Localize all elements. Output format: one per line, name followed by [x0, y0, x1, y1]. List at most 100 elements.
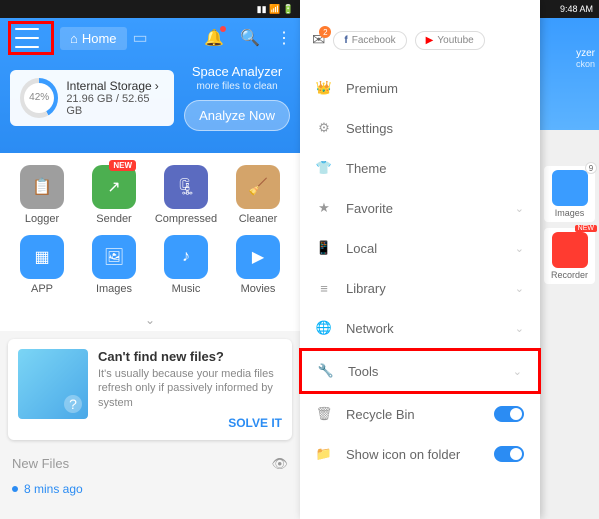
menu-premium[interactable]: 👑Premium [300, 68, 540, 108]
menu-label: Show icon on folder [346, 447, 460, 462]
grid-movies[interactable]: ▶ Movies [222, 235, 294, 295]
chevron-down-icon: ⌄ [515, 282, 524, 295]
menu-recycle-bin[interactable]: 🗑Recycle Bin [300, 394, 540, 434]
youtube-button[interactable]: ▶ Youtube [415, 31, 485, 50]
navigation-drawer: ✉ 2 f Facebook ▶ Youtube 👑Premium ⚙ Settin… [300, 0, 540, 519]
chevron-down-icon: ⌄ [515, 242, 524, 255]
storage-card[interactable]: 42% Internal Storage › 21.96 GB / 52.65 … [10, 70, 174, 126]
grid-label: Cleaner [222, 213, 294, 225]
trash-icon: 🗑 [316, 406, 332, 422]
recorder-icon [552, 232, 588, 268]
facebook-icon: f [344, 35, 347, 46]
search-icon[interactable]: 🔍 [240, 28, 260, 48]
menu-library[interactable]: ≡ Library ⌄ [300, 268, 540, 308]
grid-label: Music [150, 283, 222, 295]
peek-recorder[interactable]: NEW Recorder [544, 228, 595, 284]
grid-label: Movies [222, 283, 294, 295]
facebook-label: Facebook [352, 35, 396, 46]
music-icon: ♪ [164, 235, 208, 279]
overflow-menu-icon[interactable]: ⋮ [276, 28, 292, 48]
home-button[interactable]: ⌂ Home [60, 27, 127, 50]
chevron-down-icon: ⌄ [515, 202, 524, 215]
home-icon: ⌂ [70, 31, 78, 46]
analyzer-subtitle: more files to clean [184, 81, 290, 92]
toggle-switch[interactable] [494, 406, 524, 422]
status-bar: ▮▮ 📶 🔋 [0, 0, 300, 18]
star-icon: ★ [316, 200, 332, 216]
folder-icon: 📁 [316, 446, 332, 462]
menu-label: Local [346, 241, 377, 256]
tip-card: Can't find new files? It's usually becau… [8, 339, 292, 440]
movies-icon: ▶ [236, 235, 280, 279]
peek-new-badge: NEW [575, 225, 597, 232]
menu-local[interactable]: 📱 Local ⌄ [300, 228, 540, 268]
left-panel: ▮▮ 📶 🔋 ⌂ Home ▭ 🔔 🔍 ⋮ [0, 0, 300, 519]
grid-sender[interactable]: NEW↗Sender [78, 165, 150, 225]
phone-icon: 📱 [316, 240, 332, 256]
menu-network[interactable]: 🌐 Network ⌄ [300, 308, 540, 348]
menu-label: Favorite [346, 201, 393, 216]
images-icon [552, 170, 588, 206]
home-label: Home [82, 31, 117, 46]
grid-label: Logger [6, 213, 78, 225]
crown-icon: 👑 [316, 80, 332, 96]
grid-logger[interactable]: 📋Logger [6, 165, 78, 225]
grid-label: APP [6, 283, 78, 295]
hamburger-highlight [8, 21, 54, 55]
stack-icon: ≡ [316, 280, 332, 296]
peek-image-count: 9 [585, 162, 597, 174]
grid-compressed[interactable]: 🗜 Compressed [150, 165, 222, 225]
facebook-button[interactable]: f Facebook [333, 31, 406, 50]
menu-label: Library [346, 281, 386, 296]
app-header: ⌂ Home ▭ 🔔 🔍 ⋮ 42% Internal Storage › [0, 18, 300, 153]
menu-label: Settings [346, 121, 393, 136]
hamburger-menu-icon[interactable] [15, 28, 39, 48]
grid-images[interactable]: 🖼 Images [78, 235, 150, 295]
tip-title: Can't find new files? [98, 349, 282, 364]
storage-title: Internal Storage [66, 79, 151, 93]
youtube-icon: ▶ [426, 35, 434, 46]
app-icon: ▦ [20, 235, 64, 279]
chevron-down-icon: ⌄ [513, 365, 522, 378]
youtube-label: Youtube [437, 35, 473, 46]
tip-action-button[interactable]: SOLVE IT [98, 416, 282, 430]
expand-icon[interactable]: ⌄ [0, 309, 300, 331]
grid-app[interactable]: ▦ APP [6, 235, 78, 295]
storage-gauge: 42% [20, 78, 58, 118]
tip-body: It's usually because your media files re… [98, 367, 282, 410]
chat-icon[interactable]: ▭ [133, 28, 148, 48]
right-panel: 9:48 AM yzer ckon 9 Images NEW Recorder … [300, 0, 599, 519]
cleaner-icon: 🧹 [236, 165, 280, 209]
toggle-switch[interactable] [494, 446, 524, 462]
menu-theme[interactable]: 👕Theme [300, 148, 540, 188]
peek-images[interactable]: 9 Images [544, 166, 595, 222]
menu-tools[interactable]: 🔧Tools⌄ [299, 348, 541, 394]
grid-label: Compressed [150, 213, 222, 225]
chevron-down-icon: ⌄ [515, 322, 524, 335]
menu-label: Theme [346, 161, 386, 176]
images-icon: 🖼 [92, 235, 136, 279]
mail-icon[interactable]: ✉ 2 [312, 30, 325, 50]
notification-bell-icon[interactable]: 🔔 [204, 28, 224, 48]
menu-label: Network [346, 321, 394, 336]
eye-icon[interactable]: 👁 [271, 456, 288, 472]
tip-illustration [18, 349, 88, 419]
category-grid: 📋LoggerNEW↗Sender 🗜 Compressed 🧹 Cleaner ▦ APP… [0, 153, 300, 309]
grid-label: Sender [78, 213, 150, 225]
menu-settings[interactable]: ⚙ Settings [300, 108, 540, 148]
gear-icon: ⚙ [316, 120, 332, 136]
grid-music[interactable]: ♪ Music [150, 235, 222, 295]
peek-recorder-label: Recorder [551, 270, 588, 280]
new-file-item[interactable]: 8 mins ago [0, 480, 300, 498]
new-files-heading: New Files [12, 456, 69, 471]
compressed-icon: 🗜 [164, 165, 208, 209]
peek-images-label: Images [555, 208, 585, 218]
net-icon: 🌐 [316, 320, 332, 336]
grid-label: Images [78, 283, 150, 295]
grid-cleaner[interactable]: 🧹 Cleaner [222, 165, 294, 225]
menu-show-icon-on-folder[interactable]: 📁 Show icon on folder [300, 434, 540, 474]
analyze-button[interactable]: Analyze Now [184, 100, 290, 131]
new-badge: NEW [109, 160, 136, 171]
menu-favorite[interactable]: ★ Favorite ⌄ [300, 188, 540, 228]
wrench-icon: 🔧 [318, 363, 334, 379]
